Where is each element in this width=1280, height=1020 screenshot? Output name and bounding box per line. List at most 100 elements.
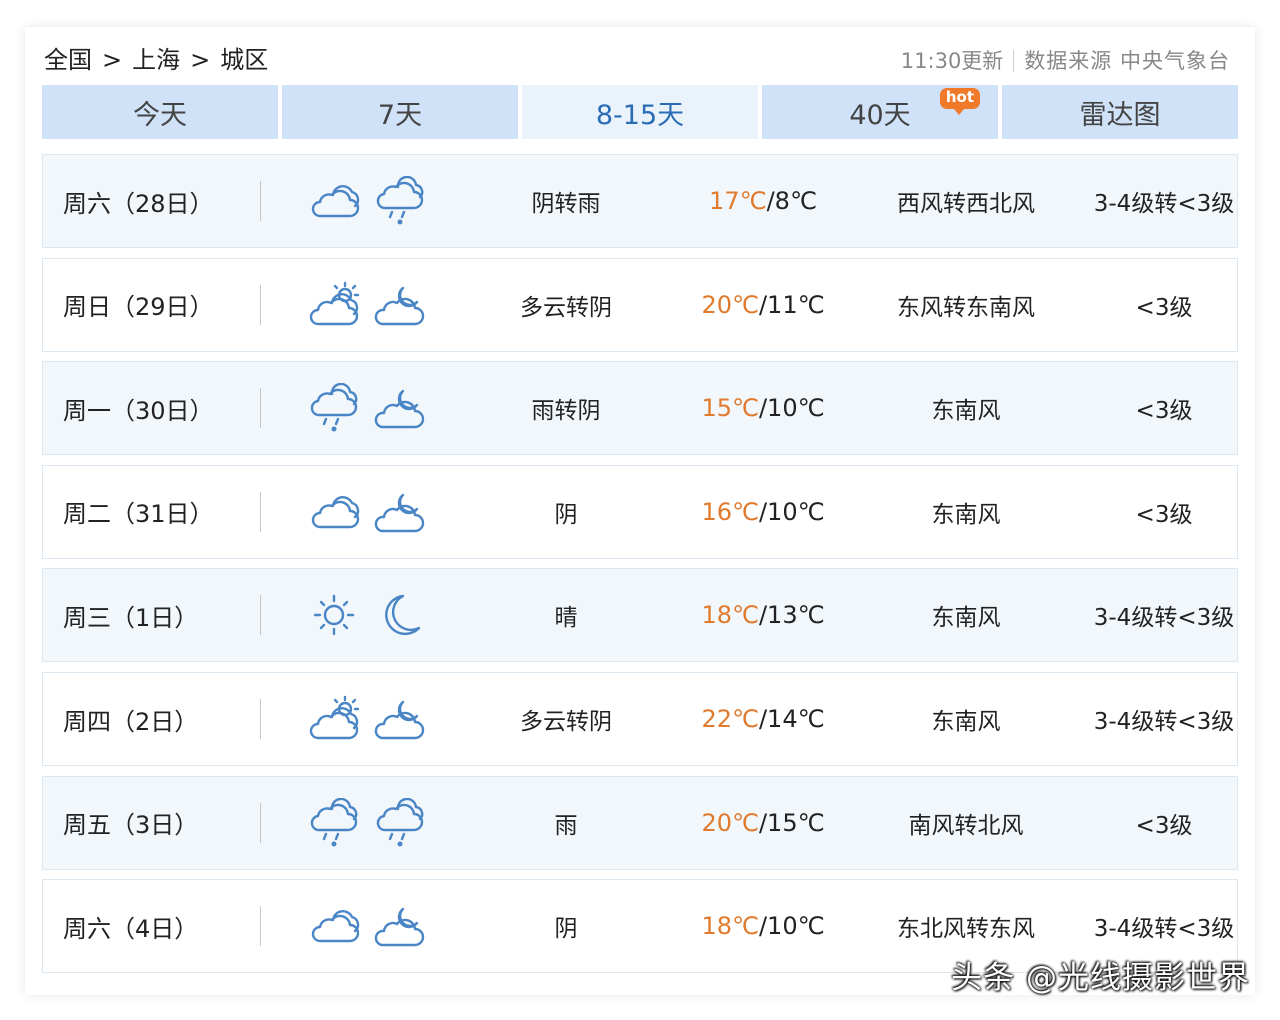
high-temp: 18℃ (701, 912, 759, 941)
tab-8-15-days[interactable]: 8-15天 (522, 85, 758, 139)
low-temp: 13℃ (767, 601, 825, 630)
tab-today[interactable]: 今天 (42, 85, 278, 139)
wind-level: 3-4级转<3级 (1093, 709, 1235, 735)
weather-description: 多云转阴 (520, 294, 612, 321)
breadcrumb-city[interactable]: 上海 (132, 44, 180, 76)
sun-icon (313, 595, 355, 636)
day-label: 周六（4日） (63, 914, 199, 943)
high-temp: 18℃ (701, 601, 759, 630)
high-temp: 16℃ (701, 497, 759, 526)
update-info: 11:30更新 数据来源 中央气象台 (901, 46, 1230, 76)
weather-icons (307, 155, 427, 247)
wind-direction: 东南风 (931, 398, 1001, 425)
meta-divider (1013, 50, 1015, 72)
tab-radar[interactable]: 雷达图 (1002, 85, 1238, 139)
high-temp: 17℃ (709, 187, 767, 215)
forecast-row: 周一（30日） 雨转阴 15℃/10℃ 东南风 <3级 (42, 361, 1238, 456)
forecast-row: 周三（1日） 晴 18℃/13℃ 东南风 3-4级转<3级 (42, 568, 1238, 663)
high-temp: 15℃ (701, 394, 759, 423)
cloudy-icon (311, 910, 360, 943)
row-divider (260, 284, 261, 325)
temperature-range: 20℃/15℃ (673, 777, 853, 869)
low-temp: 15℃ (767, 808, 825, 837)
temp-separator: / (758, 601, 768, 630)
update-time: 11:30更新 (900, 49, 1004, 73)
low-temp: 11℃ (767, 290, 825, 319)
rain-icon (376, 797, 424, 847)
data-source: 数据来源 中央气象台 (1024, 49, 1230, 73)
low-temp: 10℃ (767, 912, 825, 941)
breadcrumb-separator: > (190, 46, 211, 74)
partly-cloudy-night-icon (374, 907, 425, 947)
breadcrumb-separator: > (102, 46, 123, 74)
weather-description: 雨转阴 (531, 398, 601, 425)
row-divider (260, 491, 261, 532)
cloudy-icon (311, 185, 360, 218)
temp-separator: / (758, 394, 768, 423)
day-label: 周一（30日） (63, 396, 214, 425)
tab-label: 40天 (849, 99, 911, 131)
forecast-row: 周二（31日） 阴 16℃/10℃ 东南风 <3级 (42, 464, 1238, 559)
day-label: 周六（28日） (63, 189, 214, 218)
watermark: 头条 @光线摄影世界 (951, 960, 1250, 996)
hot-badge: hot (939, 88, 980, 115)
forecast-row: 周五（3日） 雨 20℃/15℃ 南风转北风 <3级 (42, 775, 1238, 870)
breadcrumb-district: 城区 (220, 46, 269, 74)
temperature-range: 18℃/13℃ (673, 569, 853, 661)
temperature-range: 15℃/10℃ (673, 362, 853, 454)
wind-level: <3级 (1135, 398, 1193, 425)
cloudy-icon (311, 495, 360, 528)
forecast-tabs: 今天 7天 8-15天 40天 hot 雷达图 (42, 85, 1238, 139)
partly-cloudy-day-icon (309, 281, 360, 325)
temp-separator: / (758, 912, 768, 941)
low-temp: 10℃ (767, 497, 825, 526)
forecast-row: 周六（28日） 阴转雨 17℃/8℃ 西风转西北风 3-4级转<3级 (42, 154, 1238, 248)
day-label: 周二（31日） (63, 500, 214, 529)
day-label: 周五（3日） (63, 811, 199, 840)
weather-description: 雨 (554, 812, 578, 839)
weather-icons (307, 259, 427, 351)
wind-level: <3级 (1135, 294, 1193, 321)
breadcrumb-country[interactable]: 全国 (44, 44, 92, 76)
weather-description: 阴转雨 (531, 191, 601, 217)
temp-separator: / (766, 187, 775, 215)
wind-direction: 南风转北风 (908, 812, 1024, 839)
wind-level: 3-4级转<3级 (1093, 191, 1235, 217)
breadcrumb: 全国 > 上海 > 城区 (44, 44, 268, 76)
wind-direction: 东风转东南风 (897, 294, 1035, 321)
temperature-range: 18℃/10℃ (673, 880, 853, 972)
forecast-row: 周日（29日） 多云转阴 20℃/11℃ 东风转东南风 <3级 (42, 257, 1238, 352)
wind-direction: 东南风 (931, 709, 1001, 735)
wind-direction: 东南风 (931, 501, 1001, 528)
weather-icons (307, 777, 427, 869)
weather-icons (307, 569, 427, 661)
partly-cloudy-night-icon (374, 700, 425, 740)
wind-level: <3级 (1135, 501, 1193, 528)
tab-label: 7天 (377, 99, 423, 131)
low-temp: 14℃ (767, 705, 825, 733)
partly-cloudy-night-icon (374, 389, 425, 429)
weather-icons (307, 673, 427, 765)
row-divider (260, 699, 261, 739)
temp-separator: / (758, 290, 768, 319)
tab-40-days[interactable]: 40天 hot (762, 85, 998, 139)
wind-level: <3级 (1135, 812, 1193, 839)
temp-separator: / (758, 808, 768, 837)
rain-icon (376, 176, 424, 225)
high-temp: 20℃ (701, 290, 759, 319)
temperature-range: 22℃/14℃ (673, 673, 853, 765)
row-divider (260, 388, 261, 429)
forecast-row: 周四（2日） 多云转阴 22℃/14℃ 东南风 3-4级转<3级 (42, 672, 1238, 766)
temperature-range: 20℃/11℃ (673, 259, 853, 351)
high-temp: 20℃ (701, 808, 759, 837)
weather-icons (307, 880, 427, 972)
temperature-range: 17℃/8℃ (673, 155, 853, 247)
day-label: 周三（1日） (63, 603, 199, 632)
weather-description: 阴 (554, 916, 578, 943)
rain-icon (310, 797, 358, 847)
low-temp: 10℃ (767, 394, 825, 423)
weather-icons (307, 466, 427, 558)
moon-icon (385, 595, 421, 636)
row-divider (260, 802, 261, 843)
tab-7-days[interactable]: 7天 (282, 85, 518, 139)
